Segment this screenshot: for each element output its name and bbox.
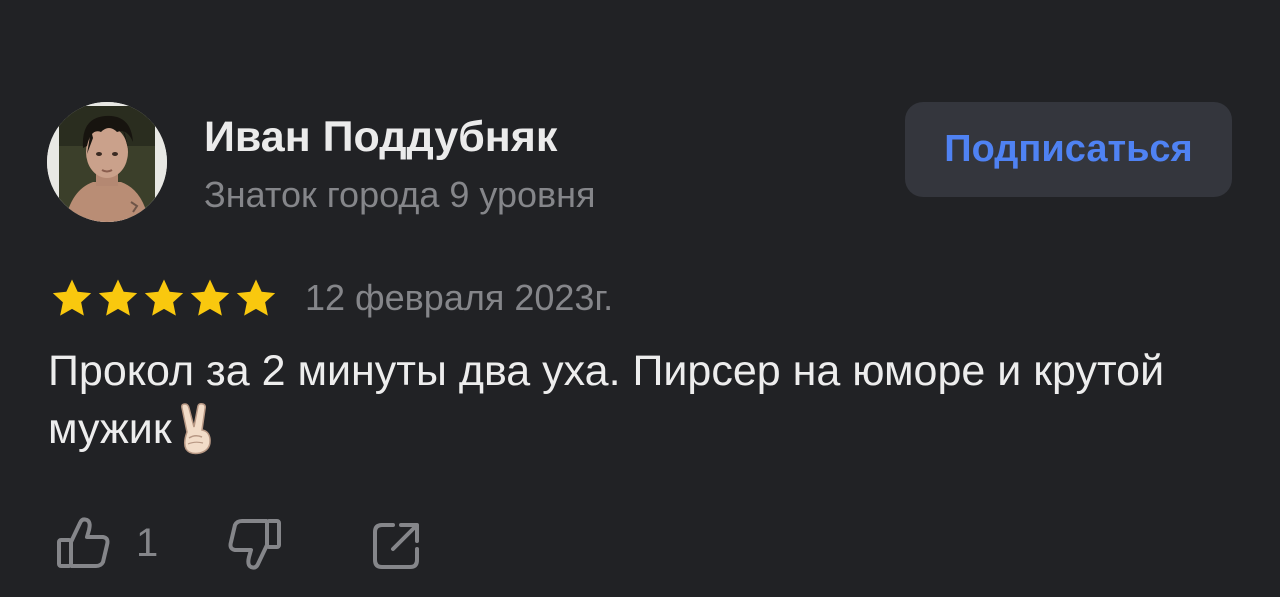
thumbs-down-icon (228, 519, 281, 570)
subscribe-button[interactable]: Подписаться (905, 102, 1232, 197)
author-avatar[interactable] (47, 102, 167, 222)
review-date: 12 февраля 2023г. (305, 277, 614, 318)
star-icon (52, 279, 92, 316)
review-text: Прокол за 2 минуты два уха. Пирсер на юм… (48, 342, 1198, 470)
author-level: Знаток города 9 уровня (204, 174, 596, 215)
star-icon (190, 279, 230, 316)
star-icon (98, 279, 138, 316)
like-button[interactable]: 1 (56, 515, 158, 571)
star-icon (144, 279, 184, 316)
rating-stars (50, 278, 278, 320)
author-name[interactable]: Иван Поддубняк (204, 113, 557, 162)
star-icon (236, 279, 276, 316)
dislike-button[interactable] (226, 517, 282, 573)
thumbs-up-icon (57, 517, 110, 568)
share-icon (373, 523, 419, 569)
victory-hand-emoji (176, 403, 216, 470)
share-button[interactable] (371, 520, 423, 572)
like-count: 1 (136, 520, 159, 565)
